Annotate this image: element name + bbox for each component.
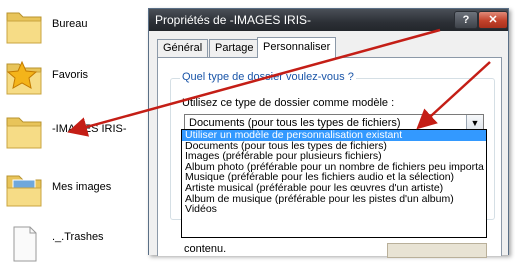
folder-template-value: Documents (pour tous les types de fichie… bbox=[189, 117, 401, 129]
folder-picture-preview bbox=[387, 243, 487, 258]
pictures-folder-icon bbox=[6, 175, 42, 207]
dropdown-option[interactable]: Musique (préférable pour les fichiers au… bbox=[182, 172, 486, 183]
dialog-titlebar[interactable]: Propriétés de -IMAGES IRIS- ? ✕ bbox=[149, 9, 508, 31]
folder-icon bbox=[6, 12, 42, 44]
picture-instruction-text: contenu. bbox=[184, 243, 227, 255]
explorer-item-favoris[interactable]: Favoris bbox=[2, 51, 148, 101]
explorer-item-label: ._.Trashes bbox=[52, 231, 104, 243]
close-button[interactable]: ✕ bbox=[478, 11, 508, 29]
dropdown-option[interactable]: Album photo (préférable pour un nombre d… bbox=[182, 162, 486, 173]
explorer-item-bureau[interactable]: Bureau bbox=[2, 0, 148, 50]
tab-personnaliser[interactable]: Personnaliser bbox=[257, 37, 337, 58]
explorer-item-mes-images[interactable]: Mes images bbox=[2, 163, 148, 213]
group-title: Quel type de dossier voulez-vous ? bbox=[180, 71, 356, 83]
explorer-item-label: Mes images bbox=[52, 181, 112, 193]
explorer-item-images-iris[interactable]: -IMAGES IRIS- bbox=[2, 105, 148, 155]
folder-icon bbox=[6, 117, 42, 149]
explorer-item-label: -IMAGES IRIS- bbox=[52, 123, 127, 135]
explorer-item-label: Favoris bbox=[52, 69, 89, 81]
dialog-title: Propriétés de -IMAGES IRIS- bbox=[155, 13, 312, 27]
explorer-item-trashes[interactable]: ._.Trashes bbox=[2, 216, 148, 266]
dropdown-option[interactable]: Artiste musical (préférable pour les œuv… bbox=[182, 183, 486, 194]
help-button[interactable]: ? bbox=[454, 11, 478, 29]
dropdown-option[interactable]: Utiliser un modèle de personnalisation e… bbox=[182, 130, 486, 141]
favorites-star-folder-icon bbox=[6, 60, 42, 95]
dropdown-option[interactable]: Images (préférable pour plusieurs fichie… bbox=[182, 151, 486, 162]
dropdown-option[interactable]: Album de musique (préférable pour les pi… bbox=[182, 194, 486, 205]
document-icon bbox=[13, 226, 37, 262]
dropdown-option[interactable]: Vidéos bbox=[182, 204, 486, 215]
tab-general[interactable]: Général bbox=[157, 39, 209, 57]
folder-template-dropdown-list: Utiliser un modèle de personnalisation e… bbox=[181, 129, 487, 238]
template-instruction: Utilisez ce type de dossier comme modèle… bbox=[182, 97, 395, 109]
explorer-navigation-pane: Bureau Favoris -IMAGES IRIS- Mes images … bbox=[0, 0, 148, 262]
explorer-item-label: Bureau bbox=[52, 18, 88, 30]
tab-partage[interactable]: Partage bbox=[209, 39, 260, 57]
dropdown-option[interactable]: Documents (pour tous les types de fichie… bbox=[182, 141, 486, 152]
